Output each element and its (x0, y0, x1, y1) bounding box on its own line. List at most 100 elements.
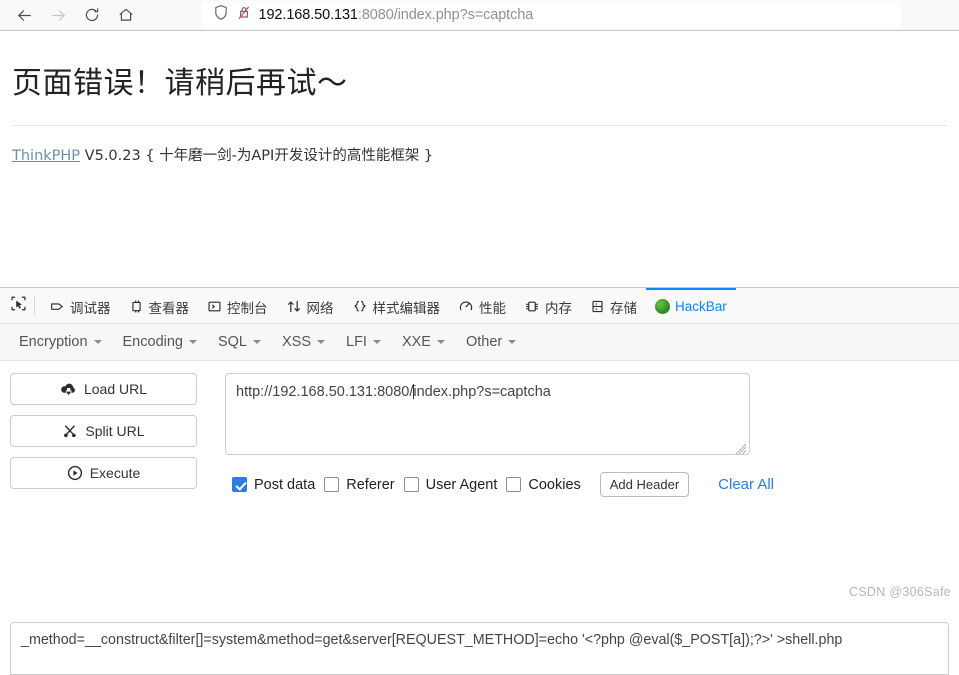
url-text: 192.168.50.131:8080/index.php?s=captcha (259, 7, 534, 23)
forward-button (42, 2, 74, 28)
menu-encoding[interactable]: Encoding (114, 330, 206, 354)
menu-label: Encryption (19, 334, 88, 350)
menu-label: SQL (218, 334, 247, 350)
menu-label: Other (466, 334, 502, 350)
page-title: 页面错误！请稍后再试～ (12, 58, 947, 102)
arrow-right-icon (49, 6, 68, 25)
tab-console[interactable]: 控制台 (198, 288, 277, 323)
back-button[interactable] (8, 2, 40, 28)
hackbar-url-section: http://192.168.50.131:8080/index.php?s=c… (212, 373, 949, 497)
urlbar-container: 192.168.50.131:8080/index.php?s=captcha (142, 0, 959, 31)
chevron-down-icon (94, 340, 102, 344)
menu-lfi[interactable]: LFI (337, 330, 390, 354)
menu-sql[interactable]: SQL (209, 330, 270, 354)
tab-label: 查看器 (149, 297, 190, 317)
tab-style-editor[interactable]: 样式编辑器 (343, 288, 450, 323)
element-picker-icon (10, 295, 27, 317)
chevron-down-icon (317, 340, 325, 344)
url-path: :8080/index.php?s=captcha (358, 7, 533, 23)
storage-icon (590, 299, 605, 314)
clear-all-button[interactable]: Clear All (718, 476, 774, 493)
tab-label: 内存 (545, 297, 572, 317)
menu-encryption[interactable]: Encryption (10, 330, 111, 354)
toolbar-separator (34, 296, 35, 315)
split-url-button[interactable]: Split URL (10, 415, 197, 447)
hackbar-options-row: Post data Referer User Agent Cookies A (225, 472, 949, 497)
option-label: User Agent (426, 477, 498, 493)
reload-icon (83, 6, 101, 24)
option-user-agent[interactable]: User Agent (404, 477, 498, 493)
url-value-before-caret: http://192.168.50.131:8080/ (236, 384, 413, 400)
hackbar-actions: Load URL Split URL (10, 373, 197, 497)
tab-label: 存储 (610, 297, 637, 317)
shield-icon[interactable] (213, 4, 229, 26)
console-icon (207, 299, 222, 314)
referer-checkbox[interactable] (324, 477, 339, 492)
cloud-download-icon (60, 382, 77, 397)
navigation-buttons (0, 2, 142, 28)
play-circle-icon (67, 465, 83, 481)
inspector-icon (129, 299, 144, 314)
chevron-down-icon (189, 340, 197, 344)
tab-label: 网络 (307, 297, 334, 317)
hackbar-menubar: Encryption Encoding SQL XSS LFI XXE Othe… (0, 324, 959, 361)
option-post-data[interactable]: Post data (232, 477, 315, 493)
scissors-icon (62, 424, 78, 439)
chevron-down-icon (508, 340, 516, 344)
debugger-icon (50, 299, 65, 314)
home-button[interactable] (110, 2, 142, 28)
menu-label: LFI (346, 334, 367, 350)
tab-memory[interactable]: 内存 (515, 288, 581, 323)
tab-label: 控制台 (227, 297, 268, 317)
option-label: Post data (254, 477, 315, 493)
tab-inspector[interactable]: 查看器 (120, 288, 199, 323)
chevron-down-icon (373, 340, 381, 344)
cookies-checkbox[interactable] (506, 477, 521, 492)
page-content: 页面错误！请稍后再试～ ThinkPHP V5.0.23 { 十年磨一剑-为AP… (0, 31, 959, 287)
framework-credit: ThinkPHP V5.0.23 { 十年磨一剑-为API开发设计的高性能框架 … (12, 144, 947, 165)
button-label: Execute (90, 465, 141, 481)
element-picker-button[interactable] (4, 288, 32, 323)
broken-lock-icon[interactable] (236, 4, 252, 26)
hackbar-icon (655, 299, 670, 314)
devtools-panel: 调试器 查看器 控制台 (0, 287, 959, 601)
user-agent-checkbox[interactable] (404, 477, 419, 492)
chevron-down-icon (437, 340, 445, 344)
reload-button[interactable] (76, 2, 108, 28)
divider (12, 125, 947, 126)
menu-xss[interactable]: XSS (273, 330, 334, 354)
button-label: Load URL (84, 381, 147, 397)
address-bar[interactable]: 192.168.50.131:8080/index.php?s=captcha (201, 1, 901, 29)
arrow-left-icon (15, 6, 34, 25)
execute-button[interactable]: Execute (10, 457, 197, 489)
add-header-button[interactable]: Add Header (600, 472, 689, 497)
url-value-after-caret: index.php?s=captcha (413, 384, 550, 400)
option-cookies[interactable]: Cookies (506, 477, 580, 493)
tab-label: 性能 (479, 297, 506, 317)
menu-xxe[interactable]: XXE (393, 330, 454, 354)
tab-hackbar[interactable]: HackBar (646, 288, 736, 323)
resize-handle-icon[interactable] (735, 441, 747, 453)
thinkphp-link[interactable]: ThinkPHP (12, 148, 80, 164)
post-data-input[interactable]: _method=__construct&filter[]=system&meth… (10, 622, 949, 675)
option-referer[interactable]: Referer (324, 477, 394, 493)
url-input[interactable]: http://192.168.50.131:8080/index.php?s=c… (225, 373, 750, 455)
menu-other[interactable]: Other (457, 330, 525, 354)
browser-toolbar: 192.168.50.131:8080/index.php?s=captcha (0, 0, 959, 31)
tab-debugger[interactable]: 调试器 (41, 288, 120, 323)
framework-version: V5.0.23 { 十年磨一剑-为API开发设计的高性能框架 } (80, 148, 433, 164)
url-host: 192.168.50.131 (259, 7, 358, 23)
tab-network[interactable]: 网络 (277, 288, 343, 323)
load-url-button[interactable]: Load URL (10, 373, 197, 405)
tab-label: 样式编辑器 (373, 297, 441, 317)
network-icon (286, 299, 302, 314)
post-data-section: _method=__construct&filter[]=system&meth… (10, 622, 949, 675)
tab-performance[interactable]: 性能 (449, 288, 515, 323)
post-data-checkbox[interactable] (232, 477, 247, 492)
tab-label: HackBar (675, 299, 727, 314)
devtools-tabbar: 调试器 查看器 控制台 (0, 288, 959, 324)
hackbar-body: Load URL Split URL (0, 361, 959, 543)
menu-label: XXE (402, 334, 431, 350)
option-label: Referer (346, 477, 394, 493)
tab-storage[interactable]: 存储 (581, 288, 646, 323)
